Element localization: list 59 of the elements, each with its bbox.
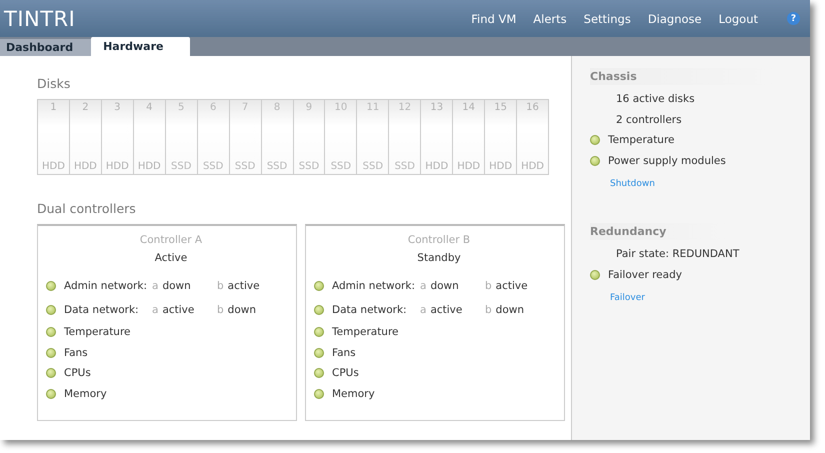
port-status: a down [420, 280, 460, 292]
status-label: Memory [332, 388, 375, 400]
status-label: Fans [64, 346, 88, 359]
status-label: CPUs [332, 367, 359, 380]
nav-link[interactable]: Diagnose [648, 12, 702, 26]
controller-name: Controller B [406, 234, 472, 246]
status-label: Data network: [332, 304, 408, 316]
disk-slot: 10 SSD [325, 100, 358, 174]
nav-link[interactable]: Settings [584, 12, 631, 26]
action-link[interactable]: Failover [610, 293, 645, 303]
disk-slot: 6 SSD [198, 100, 230, 174]
disk-slot: 2 HDD [70, 100, 102, 174]
status-label: 16 active disks [616, 93, 695, 106]
controller-state: Active [154, 252, 188, 264]
port-status: a down [152, 280, 192, 292]
status-label: Admin network: [332, 280, 416, 292]
logo: TINTRI [4, 6, 76, 30]
nav-link[interactable]: Alerts [533, 12, 567, 26]
help-icon[interactable]: ? [787, 12, 800, 25]
tab[interactable]: Dashboard [0, 39, 92, 56]
disk-slot: 1 HDD [38, 100, 70, 174]
port-status: b active [485, 280, 529, 292]
disk-slot: 7 SSD [230, 100, 262, 174]
status-label: Admin network: [64, 280, 148, 292]
disk-slot: 14 HDD [453, 100, 486, 174]
disk-slot: 16 HDD [517, 100, 548, 174]
status-label: Pair state: REDUNDANT [616, 248, 740, 260]
nav-link[interactable]: Find VM [471, 12, 516, 26]
status-label: Failover ready [608, 268, 682, 281]
disk-slot: 15 HDD [485, 100, 518, 174]
status-label: Power supply modules [608, 154, 726, 167]
status-label: Temperature [608, 134, 675, 146]
section-title: Dual controllers [37, 201, 137, 216]
port-status: a active [152, 304, 196, 316]
port-status: b down [485, 304, 526, 316]
controller-state: Standby [416, 252, 462, 264]
controller-name: Controller A [138, 234, 204, 246]
disk-slot: 13 HDD [421, 100, 454, 174]
status-label: Temperature [332, 326, 399, 338]
disk-slot: 9 SSD [294, 100, 326, 174]
status-label: 2 controllers [616, 114, 682, 126]
section-title: Disks [37, 76, 72, 91]
disk-slot: 5 SSD [166, 100, 198, 174]
status-label: CPUs [64, 367, 91, 380]
status-label: Temperature [64, 326, 131, 338]
disk-slot: 8 SSD [262, 100, 294, 174]
port-status: b active [217, 280, 261, 292]
disk-slot: 4 HDD [134, 100, 166, 174]
tab[interactable]: Hardware [91, 37, 190, 56]
status-label: Memory [64, 388, 107, 400]
nav-link[interactable]: Logout [718, 12, 758, 26]
status-label: Data network: [64, 304, 140, 316]
disk-slot: 3 HDD [102, 100, 134, 174]
status-label: Fans [332, 346, 356, 359]
port-status: a active [420, 304, 464, 316]
disk-slot: 11 SSD [357, 100, 390, 174]
port-status: b down [217, 304, 258, 316]
disk-slot: 12 SSD [389, 100, 422, 174]
action-link[interactable]: Shutdown [610, 179, 655, 189]
